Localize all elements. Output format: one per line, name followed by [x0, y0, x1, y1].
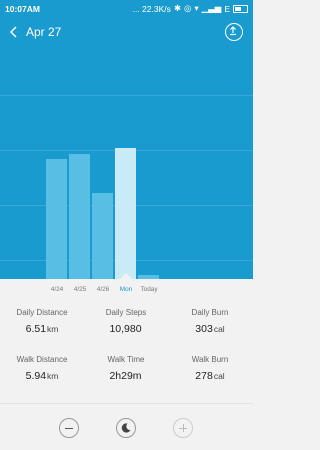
stat-label: Walk Burn [191, 355, 229, 364]
bluetooth-icon: ✱ [173, 3, 181, 13]
chart-bar-4-25[interactable] [69, 154, 90, 279]
stat-daily-steps: Daily Steps 10,980 [84, 308, 168, 335]
minus-button[interactable] [59, 418, 79, 438]
carrier-label: E [224, 3, 230, 14]
stat-value: 303cal [195, 323, 225, 335]
plus-button[interactable] [173, 418, 193, 438]
stat-walk-burn: Walk Burn 278cal [168, 355, 252, 382]
stat-label: Daily Distance [16, 308, 68, 317]
header: Apr 27 [0, 20, 253, 46]
wifi-icon: ▾ [194, 3, 199, 13]
stat-walk-distance: Walk Distance 5.94km [0, 355, 84, 382]
day-label[interactable]: Today [136, 286, 162, 293]
alarm-icon: ◎ [184, 3, 192, 13]
day-labels: 4/24 4/25 4/26 Mon Today [0, 279, 253, 295]
share-icon[interactable] [225, 23, 243, 41]
stat-value: 2h29m [109, 370, 142, 382]
status-bar: 10:07AM ... 22.3K/s ✱ ◎ ▾ ▁▃▅ E [0, 0, 253, 18]
battery-icon [233, 4, 248, 13]
divider [0, 403, 253, 404]
stat-daily-burn: Daily Burn 303cal [168, 308, 252, 335]
chevron-left-icon[interactable] [8, 25, 20, 39]
moon-icon [121, 423, 131, 433]
gridline [0, 95, 253, 96]
stat-label: Walk Time [107, 355, 145, 364]
stat-value: 5.94km [25, 370, 59, 382]
chart-bar-4-26[interactable] [92, 193, 113, 279]
chart-bar-mon[interactable] [115, 148, 136, 279]
network-speed: ... 22.3K/s [132, 3, 171, 14]
stat-label: Daily Steps [105, 308, 147, 317]
stat-daily-distance: Daily Distance 6.51km [0, 308, 84, 335]
stat-walk-time: Walk Time 2h29m [84, 355, 168, 382]
minus-icon [65, 428, 73, 429]
stat-label: Walk Distance [16, 355, 68, 364]
sleep-button[interactable] [116, 418, 136, 438]
stat-value: 10,980 [109, 323, 142, 335]
status-time: 10:07AM [5, 4, 40, 14]
stat-value: 6.51km [25, 323, 59, 335]
chart-panel: 10:07AM ... 22.3K/s ✱ ◎ ▾ ▁▃▅ E Apr 27 [0, 0, 253, 279]
signal-icon: ▁▃▅ [201, 3, 222, 13]
stat-label: Daily Burn [191, 308, 229, 317]
stat-value: 278cal [195, 370, 225, 382]
page-title: Apr 27 [26, 25, 62, 39]
chart-bar-4-24[interactable] [46, 159, 67, 279]
status-icons: ... 22.3K/s ✱ ◎ ▾ ▁▃▅ E [133, 3, 248, 14]
